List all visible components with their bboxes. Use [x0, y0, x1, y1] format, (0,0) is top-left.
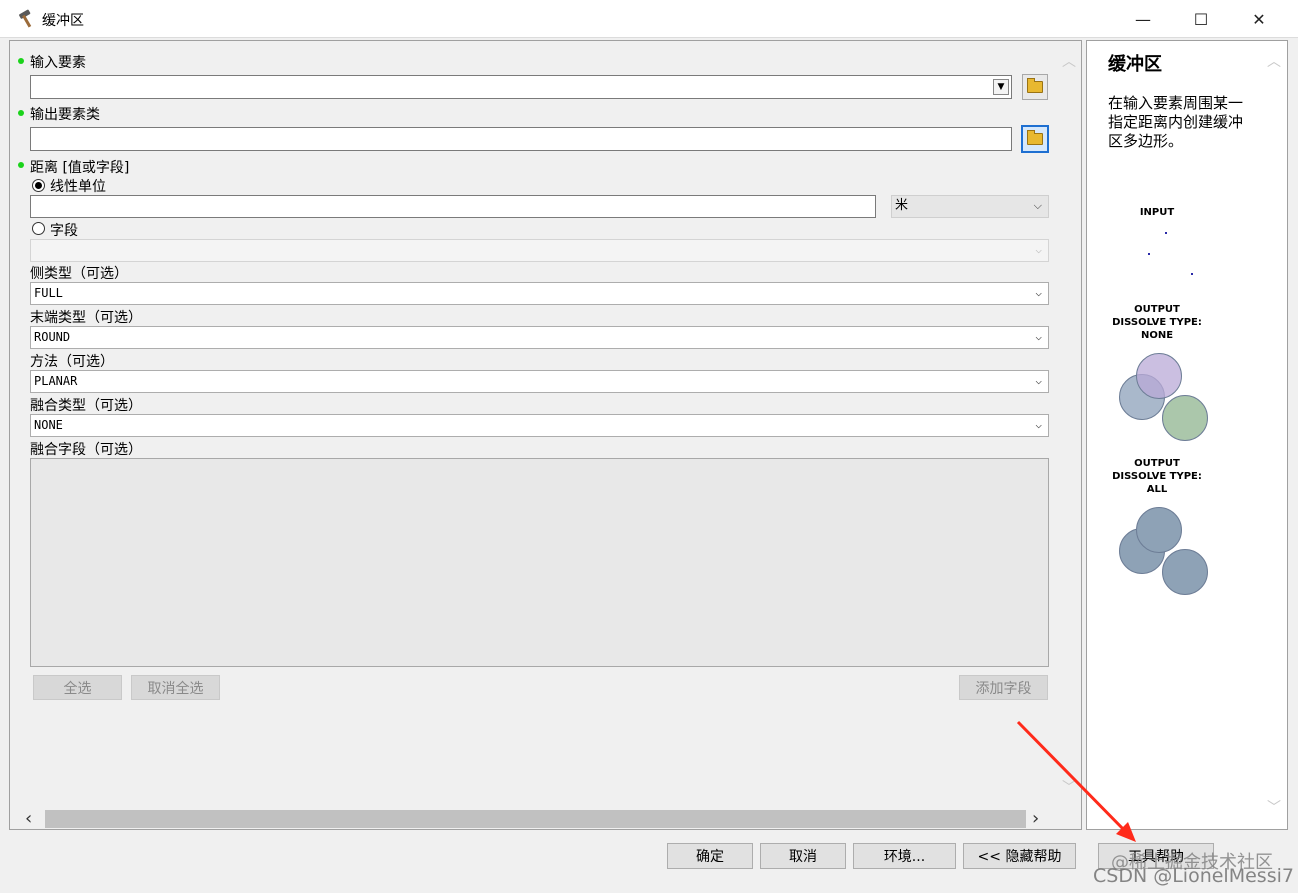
chevron-down-icon: ⌵ — [1035, 330, 1042, 343]
input-point — [1148, 253, 1150, 255]
input-features-combo[interactable]: ▼ — [30, 75, 1012, 99]
select-all-button[interactable]: 全选 — [33, 675, 122, 700]
output-none-caption-line: OUTPUT — [1134, 304, 1180, 315]
scroll-up-icon[interactable]: ︿ — [1062, 51, 1076, 71]
help-panel: 缓冲区 在输入要素周围某一指定距离内创建缓冲区多边形。 INPUT OUTPUT… — [1086, 40, 1288, 830]
dissolve-type-value: NONE — [34, 418, 63, 432]
unit-value: 米 — [895, 198, 909, 213]
output-all-caption-line: ALL — [1146, 484, 1168, 495]
help-scroll-up-icon[interactable]: ︿ — [1267, 51, 1281, 71]
help-scroll-down-icon[interactable]: ﹀ — [1267, 797, 1281, 817]
folder-icon — [1027, 78, 1043, 93]
side-type-label: 侧类型（可选） — [30, 266, 128, 282]
hide-help-button[interactable]: << 隐藏帮助 — [963, 843, 1076, 869]
required-indicator — [18, 110, 24, 116]
horizontal-scrollbar-thumb[interactable] — [45, 810, 1026, 828]
browse-output-button[interactable] — [1021, 125, 1049, 153]
window-title: 缓冲区 — [42, 13, 84, 29]
required-indicator — [18, 162, 24, 168]
side-type-value: FULL — [34, 286, 63, 300]
help-description: 在输入要素周围某一指定距离内创建缓冲区多边形。 — [1108, 94, 1244, 150]
chevron-down-icon: ⌵ — [1035, 243, 1042, 256]
chevron-down-icon: ⌵ — [1035, 418, 1042, 431]
dissolve-field-list[interactable] — [30, 458, 1049, 667]
dissolve-field-label: 融合字段（可选） — [30, 442, 142, 458]
input-features-label: 输入要素 — [30, 55, 86, 71]
minimize-button[interactable]: — — [1114, 0, 1172, 38]
chevron-down-icon: ⌵ — [1035, 374, 1042, 387]
scroll-left-icon[interactable]: ‹ — [25, 808, 32, 829]
unit-select[interactable]: 米 ⌵ — [891, 195, 1049, 218]
close-button[interactable]: ✕ — [1230, 0, 1288, 38]
title-bar: 缓冲区 — ☐ ✕ — [0, 0, 1298, 38]
distance-value-input[interactable] — [30, 195, 876, 218]
field-radio[interactable] — [32, 222, 45, 235]
dropdown-arrow-icon[interactable]: ▼ — [993, 79, 1009, 95]
distance-label: 距离 [值或字段] — [30, 160, 130, 176]
dissolved-buffer-circle — [1136, 507, 1182, 553]
output-features-label: 输出要素类 — [30, 107, 100, 123]
help-title: 缓冲区 — [1108, 54, 1162, 75]
buffer-circle — [1162, 395, 1208, 441]
linear-unit-radio[interactable] — [32, 179, 45, 192]
cancel-button[interactable]: 取消 — [760, 843, 846, 869]
side-type-select[interactable]: FULL ⌵ — [30, 282, 1049, 305]
end-type-value: ROUND — [34, 330, 71, 344]
browse-input-button[interactable] — [1022, 74, 1048, 100]
method-select[interactable]: PLANAR ⌵ — [30, 370, 1049, 393]
input-point — [1165, 232, 1167, 234]
output-none-caption-line: DISSOLVE TYPE: — [1112, 317, 1202, 328]
add-field-button[interactable]: 添加字段 — [959, 675, 1048, 700]
annotation-arrow-icon — [1016, 720, 1136, 842]
method-label: 方法（可选） — [30, 354, 114, 370]
required-indicator — [18, 58, 24, 64]
end-type-label: 末端类型（可选） — [30, 310, 142, 326]
environments-button[interactable]: 环境... — [853, 843, 956, 869]
dissolved-buffer-circle — [1162, 549, 1208, 595]
input-caption: INPUT — [1139, 207, 1175, 218]
output-all-caption: OUTPUT DISSOLVE TYPE: ALL — [1097, 457, 1217, 496]
field-label: 字段 — [50, 223, 78, 239]
ok-button[interactable]: 确定 — [667, 843, 753, 869]
maximize-button[interactable]: ☐ — [1172, 0, 1230, 38]
parameters-panel: 输入要素 ▼ 输出要素类 距离 [值或字段] 线性单位 米 ⌵ 字段 ⌵ 侧类型… — [9, 40, 1082, 830]
dissolve-type-select[interactable]: NONE ⌵ — [30, 414, 1049, 437]
watermark: CSDN @LionelMessi7 — [1093, 865, 1294, 887]
linear-unit-label: 线性单位 — [50, 179, 106, 195]
output-none-caption: OUTPUT DISSOLVE TYPE: NONE — [1097, 303, 1217, 342]
dissolve-type-label: 融合类型（可选） — [30, 398, 142, 414]
method-value: PLANAR — [34, 374, 78, 388]
chevron-down-icon: ⌵ — [1033, 199, 1042, 212]
chevron-down-icon: ⌵ — [1035, 286, 1042, 299]
deselect-all-button[interactable]: 取消全选 — [131, 675, 220, 700]
hammer-icon — [17, 9, 37, 29]
input-point — [1191, 273, 1193, 275]
folder-icon — [1027, 130, 1043, 145]
output-none-caption-line: NONE — [1140, 330, 1174, 341]
end-type-select[interactable]: ROUND ⌵ — [30, 326, 1049, 349]
output-features-input[interactable] — [30, 127, 1012, 151]
output-all-caption-line: OUTPUT — [1134, 458, 1180, 469]
output-all-caption-line: DISSOLVE TYPE: — [1112, 471, 1202, 482]
buffer-circle — [1136, 353, 1182, 399]
field-select[interactable]: ⌵ — [30, 239, 1049, 262]
